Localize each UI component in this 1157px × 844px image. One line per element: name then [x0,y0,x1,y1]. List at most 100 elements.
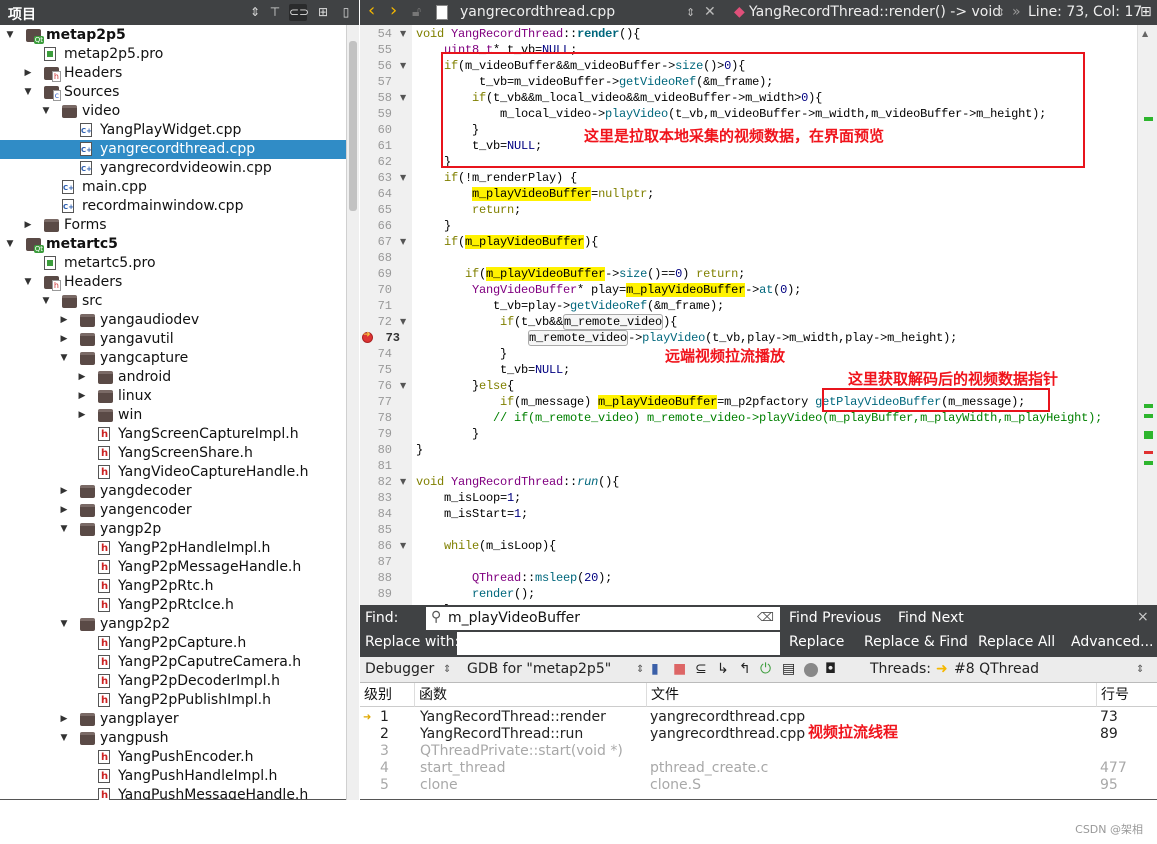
fold-arrow-icon[interactable]: ▼ [400,538,406,554]
column-line[interactable]: 行号 [1097,683,1157,707]
stack-frame-row[interactable]: ➜ 1 YangRecordThread::render yangrecordthre… [360,709,1157,726]
tree-item[interactable]: YangP2pCaputreCamera.h [0,653,346,672]
debugger-mode-select[interactable]: Debugger [365,661,434,677]
tree-item[interactable]: ▼ metartc5 [0,235,346,254]
chevron-right-icon[interactable]: ▶ [22,64,34,83]
fold-arrow-icon[interactable]: ▼ [400,26,406,42]
chevron-right-icon[interactable]: ▶ [58,501,70,520]
snapshot-icon[interactable]: ◘ [825,661,836,677]
column-file[interactable]: 文件 [647,683,1097,707]
tree-item[interactable]: ▼ yangcapture [0,349,346,368]
tree-item[interactable]: recordmainwindow.cpp [0,197,346,216]
fold-arrow-icon[interactable]: ▼ [400,314,406,330]
split-icon[interactable]: ⊞ [314,4,332,21]
chevron-down-icon[interactable]: ▼ [58,520,70,539]
tree-item[interactable]: ▼ yangpush [0,729,346,748]
tree-item[interactable]: YangPlayWidget.cpp [0,121,346,140]
clear-icon[interactable]: ⌫ [757,610,774,624]
tree-item[interactable]: ▼ metap2p5 [0,26,346,45]
editor-scrollbar[interactable]: ▲ [1137,25,1157,605]
step-into-icon[interactable]: ↳ [717,661,729,677]
chevron-down-icon[interactable]: ▼ [58,729,70,748]
overflow-icon[interactable]: » [1012,4,1021,20]
chevron-right-icon[interactable]: ▶ [22,216,34,235]
symbol-selector[interactable]: YangRecordThread::render() -> void [749,4,1001,20]
tree-item[interactable]: YangVideoCaptureHandle.h [0,463,346,482]
tree-item[interactable]: ▶ yangplayer [0,710,346,729]
tree-item[interactable]: YangP2pMessageHandle.h [0,558,346,577]
fold-arrow-icon[interactable]: ▼ [400,378,406,394]
close-icon[interactable]: ▯ [337,4,355,21]
tree-item[interactable]: ▼ Sources [0,83,346,102]
tree-item[interactable]: YangPushEncoder.h [0,748,346,767]
tree-item[interactable]: ▶ android [0,368,346,387]
tree-item[interactable]: YangP2pCapture.h [0,634,346,653]
step-over-icon[interactable]: ⊆ [695,661,707,677]
chevron-down-icon[interactable]: ▼ [22,83,34,102]
link-icon[interactable]: ⊂⊃ [289,4,309,21]
chevron-down-icon[interactable]: ▼ [40,102,52,121]
open-file-name[interactable]: yangrecordthread.cpp [460,4,615,20]
tree-item[interactable]: ▼ Headers [0,273,346,292]
find-input[interactable]: ⚲ m_playVideoBuffer ⌫ [426,607,780,630]
instruction-icon[interactable]: ▤ [782,661,795,677]
fold-arrow-icon[interactable]: ▼ [400,474,406,490]
stack-frame-row[interactable]: 5 clone clone.S 95 [360,777,1157,794]
tree-item[interactable]: YangScreenCaptureImpl.h [0,425,346,444]
tree-item[interactable]: ▼ yangp2p2 [0,615,346,634]
tree-item[interactable]: ▼ yangp2p [0,520,346,539]
tree-item[interactable]: YangPushMessageHandle.h [0,786,346,800]
find-next-button[interactable]: Find Next [898,610,964,626]
scroll-up-icon[interactable]: ▲ [1142,29,1148,38]
restart-icon[interactable]: ⏻ [760,661,771,677]
forward-button[interactable]: › [390,0,397,21]
tree-item[interactable]: ▶ Headers [0,64,346,83]
replace-button[interactable]: Replace [789,634,844,650]
tree-item[interactable]: metartc5.pro [0,254,346,273]
tree-item[interactable]: YangP2pHandleImpl.h [0,539,346,558]
close-find-button[interactable]: × [1137,609,1149,625]
column-function[interactable]: 函数 [415,683,647,707]
stack-frame-row[interactable]: 4 start_thread pthread_create.c 477 [360,760,1157,777]
chevron-right-icon[interactable]: ▶ [58,482,70,501]
chevron-down-icon[interactable]: ▼ [22,273,34,292]
tree-item[interactable]: ▼ video [0,102,346,121]
fold-arrow-icon[interactable]: ▼ [400,90,406,106]
scrollbar-thumb[interactable] [349,41,357,211]
tree-scrollbar[interactable] [346,25,359,800]
breakpoint-current-icon[interactable] [362,330,373,343]
stack-frame-row[interactable]: 2 YangRecordThread::run yangrecordthread.c… [360,726,1157,743]
chevron-down-icon[interactable]: ▼ [4,235,16,254]
tree-item[interactable]: metap2p5.pro [0,45,346,64]
continue-icon[interactable]: ▮ [651,661,659,677]
fold-arrow-icon[interactable]: ▼ [400,170,406,186]
thread-select[interactable]: #8 QThread [954,661,1039,677]
selector-icon[interactable]: ⇕ [246,4,264,21]
tree-item[interactable]: ▶ yangaudiodev [0,311,346,330]
tree-item[interactable]: yangrecordvideowin.cpp [0,159,346,178]
tree-item[interactable]: ▶ Forms [0,216,346,235]
stop-icon[interactable]: ■ [673,661,686,677]
tree-item[interactable]: YangP2pDecoderImpl.h [0,672,346,691]
replace-input[interactable] [457,632,780,655]
advanced-button[interactable]: Advanced... [1071,634,1154,650]
fold-arrow-icon[interactable]: ▼ [400,58,406,74]
tree-item[interactable]: yangrecordthread.cpp [0,140,346,159]
tree-item[interactable]: YangPushHandleImpl.h [0,767,346,786]
chevron-down-icon[interactable]: ▼ [4,26,16,45]
replace-all-button[interactable]: Replace All [978,634,1055,650]
replace-find-button[interactable]: Replace & Find [864,634,968,650]
tree-item[interactable]: YangP2pPublishImpl.h [0,691,346,710]
back-button[interactable]: ‹ [368,0,375,21]
chevron-right-icon[interactable]: ▶ [76,387,88,406]
tree-item[interactable]: ▶ win [0,406,346,425]
fold-arrow-icon[interactable]: ▼ [400,234,406,250]
find-previous-button[interactable]: Find Previous [789,610,881,626]
tree-item[interactable]: ▶ yangavutil [0,330,346,349]
tree-item[interactable]: ▶ yangencoder [0,501,346,520]
record-icon[interactable] [804,663,818,677]
chevron-down-icon[interactable]: ▼ [58,615,70,634]
file-selector-icon[interactable]: ⇕ [686,6,695,19]
tree-item[interactable]: YangP2pRtc.h [0,577,346,596]
chevron-down-icon[interactable]: ▼ [58,349,70,368]
